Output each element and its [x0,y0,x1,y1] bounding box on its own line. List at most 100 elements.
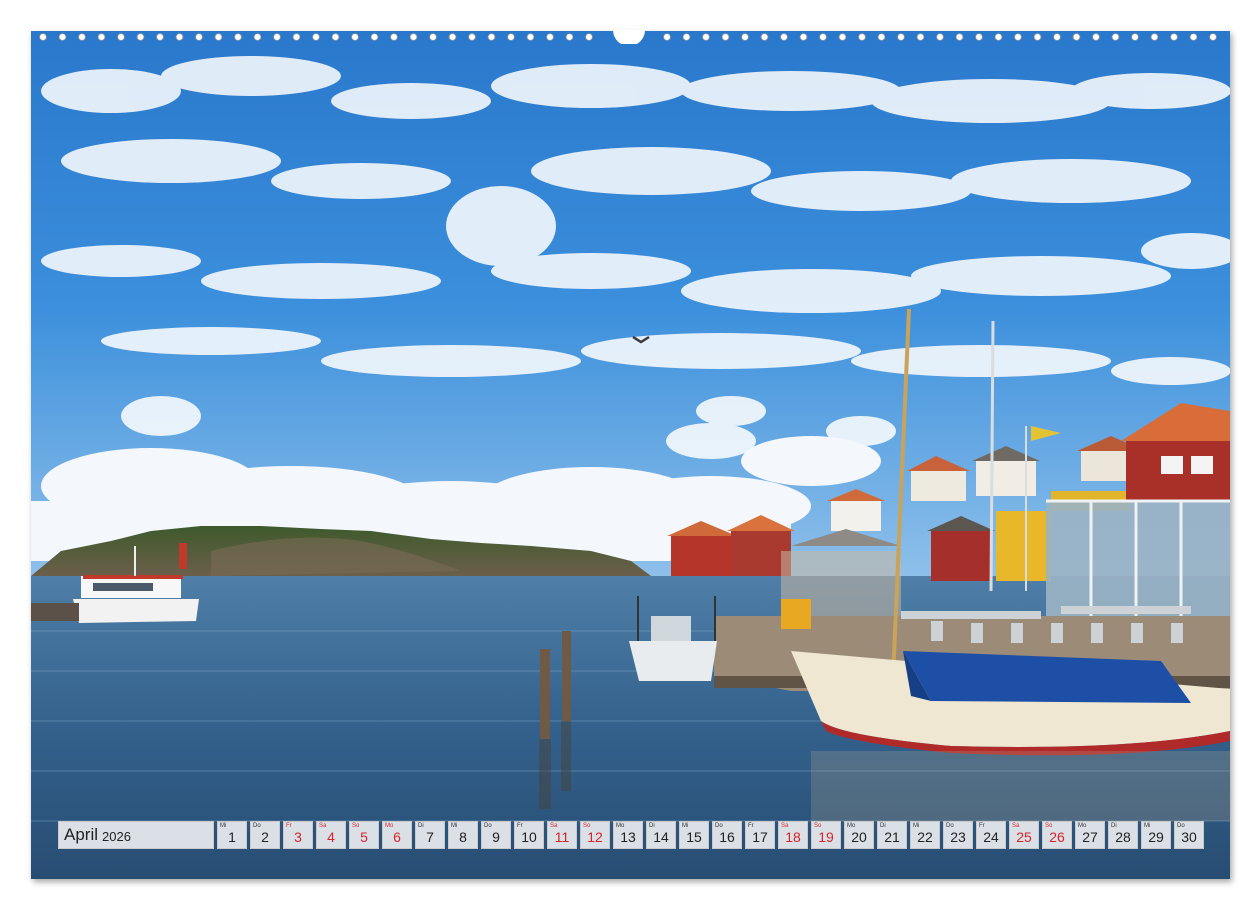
binding-hole [858,33,866,41]
binding-hole [1189,33,1198,41]
binding-hole [546,33,554,41]
binding-hole [916,33,925,41]
day-cell: So 19 [811,821,841,849]
binding-hole [195,33,203,41]
day-cell: Di 28 [1108,821,1138,849]
mast [989,320,995,592]
day-cell: Fr 10 [514,821,544,849]
day-number: 20 [851,829,867,845]
day-number: 23 [950,829,966,845]
day-number: 19 [818,829,834,845]
day-number: 22 [917,829,933,845]
glass-restaurant [1046,501,1230,636]
binding-hole [97,33,106,41]
day-number: 11 [554,829,570,845]
day-number: 30 [1181,829,1197,845]
day-number: 14 [653,829,669,845]
day-number: 4 [327,829,335,845]
binding-hole [1014,33,1022,41]
calendar-strip: April 2026 Mi 1 Do 2 Fr 3 Sa 4 So 5 Mo 6 Di 7 Mi 8 Do 9 Fr… [58,821,1204,849]
day-number: 25 [1016,829,1032,845]
day-cell: Mo 20 [844,821,874,849]
day-number: 10 [521,829,537,845]
binding-hole [409,33,418,41]
binding-hole [39,33,47,41]
day-number: 17 [752,829,768,845]
binding-hole [156,33,164,41]
rowboat [791,651,1230,756]
day-number: 8 [459,829,467,845]
binding-hole [663,33,671,41]
day-number: 7 [426,829,434,845]
binding-hole [1150,33,1159,41]
day-cell: So 5 [349,821,379,849]
person-yellow-jacket [781,599,811,629]
binding-hole [585,33,593,41]
binding-hole [1092,33,1100,41]
day-cell: Do 9 [481,821,511,849]
day-cell: Fr 3 [283,821,313,849]
binding-hole [273,33,281,41]
day-cell: Mi 8 [448,821,478,849]
day-number: 5 [360,829,368,845]
day-number: 3 [294,829,302,845]
binding-hole [390,33,398,41]
binding-hole [331,33,340,41]
day-cell: Di 7 [415,821,445,849]
binding-hole [760,33,769,41]
day-number: 9 [492,829,500,845]
day-cell: Di 21 [877,821,907,849]
binding-hole [214,33,223,41]
day-cell: Do 2 [250,821,280,849]
spiral-binding [39,30,1217,44]
day-number: 24 [983,829,999,845]
binding-hole [936,33,944,41]
harbor-photo [31,31,1230,879]
binding-hole [468,33,476,41]
binding-hole [253,33,262,41]
piling [562,631,571,721]
month-label: April 2026 [58,821,214,849]
binding-hole [1053,33,1061,41]
binding-hole [780,33,788,41]
binding-hole [975,33,983,41]
binding-hole [1111,33,1120,41]
day-number: 2 [261,829,269,845]
day-cell: Mo 27 [1075,821,1105,849]
hanger-notch [613,30,645,44]
day-number: 16 [719,829,735,845]
binding-hole [565,33,574,41]
binding-hole [955,33,964,41]
day-number: 18 [785,829,801,845]
day-number: 29 [1148,829,1164,845]
binding-hole [487,33,496,41]
binding-hole [78,33,86,41]
month-year: 2026 [102,829,131,844]
binding-hole [448,33,457,41]
day-number: 13 [620,829,636,845]
binding-hole [994,33,1003,41]
day-cell: Mi 29 [1141,821,1171,849]
day-cell: Do 23 [943,821,973,849]
month-name: April [64,825,99,844]
binding-hole [1072,33,1081,41]
binding-hole [175,33,184,41]
day-number: 15 [686,829,702,845]
binding-hole [1033,33,1042,41]
binding-hole [351,33,359,41]
day-number: 6 [393,829,401,845]
binding-hole [819,33,827,41]
binding-hole [117,33,125,41]
binding-hole [136,33,145,41]
binding-hole [741,33,749,41]
binding-hole [429,33,437,41]
day-cell: Sa 25 [1009,821,1039,849]
binding-hole [312,33,320,41]
day-cell: Sa 11 [547,821,577,849]
binding-hole [526,33,535,41]
day-cell: Fr 24 [976,821,1006,849]
binding-hole [897,33,905,41]
binding-hole [507,33,515,41]
day-cell: Mi 22 [910,821,940,849]
binding-hole [682,33,691,41]
